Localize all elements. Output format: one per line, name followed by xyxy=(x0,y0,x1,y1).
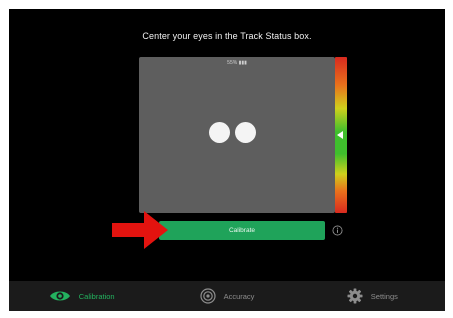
track-status-readout: 55% ▮▮▮ xyxy=(227,60,247,66)
tab-settings[interactable]: Settings xyxy=(300,281,445,311)
eye-icon xyxy=(49,291,70,301)
target-icon xyxy=(199,288,216,304)
gear-icon xyxy=(347,288,363,304)
tab-accuracy[interactable]: Accuracy xyxy=(154,281,299,311)
distance-pointer-icon xyxy=(337,131,343,139)
tab-calibration[interactable]: Calibration xyxy=(9,281,154,311)
bottom-navigation: Calibration Accuracy Settings xyxy=(9,281,445,311)
track-status-box: 55% ▮▮▮ xyxy=(139,57,335,213)
tab-settings-label: Settings xyxy=(370,291,398,301)
instruction-text: Center your eyes in the Track Status box… xyxy=(142,31,312,41)
red-arrow-icon xyxy=(112,211,168,249)
left-eye-indicator xyxy=(209,122,230,143)
info-icon[interactable] xyxy=(332,225,343,236)
calibrate-button[interactable]: Calibrate xyxy=(159,221,325,240)
right-eye-indicator xyxy=(235,122,256,143)
tab-calibration-label: Calibration xyxy=(78,291,115,301)
tab-accuracy-label: Accuracy xyxy=(223,291,255,301)
app-screen: Center your eyes in the Track Status box… xyxy=(9,9,445,311)
